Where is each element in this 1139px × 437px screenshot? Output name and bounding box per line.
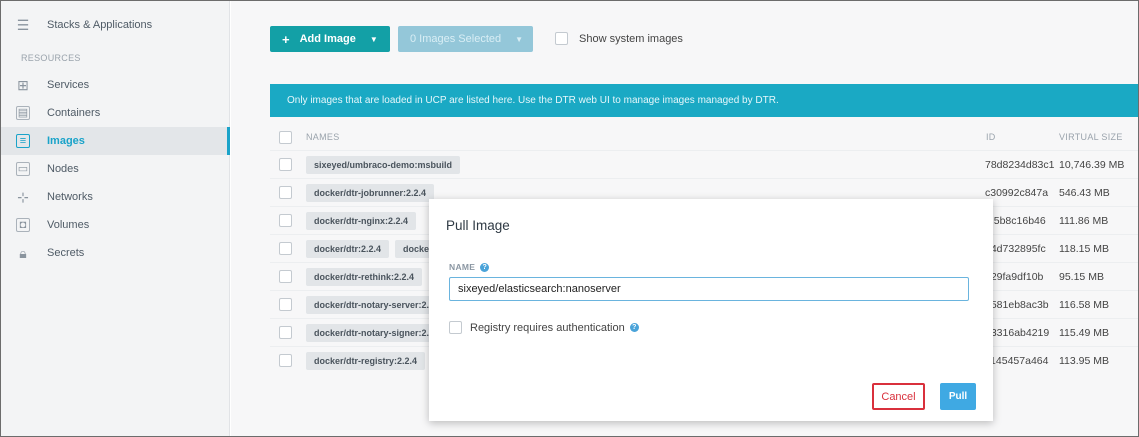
row-checkbox[interactable] <box>279 242 292 255</box>
chevron-down-icon: ▼ <box>369 34 378 44</box>
registry-auth-checkbox[interactable] <box>449 321 462 334</box>
row-checkbox[interactable] <box>279 298 292 311</box>
sidebar-item-volumes[interactable]: ◘ Volumes <box>1 211 230 239</box>
sidebar-item-networks[interactable]: ⊹ Networks <box>1 183 230 211</box>
cancel-button[interactable]: Cancel <box>872 383 925 410</box>
networks-icon: ⊹ <box>17 189 29 205</box>
dialog-title: Pull Image <box>446 218 510 233</box>
images-selected-label: 0 Images Selected <box>410 33 502 45</box>
image-id: c30992c847a <box>985 186 1049 199</box>
sidebar-item-label: Nodes <box>47 163 79 175</box>
sidebar: ☰ Stacks & Applications RESOURCES ⊞ Serv… <box>1 1 230 436</box>
image-size: 118.15 MB <box>1059 242 1110 255</box>
help-icon[interactable]: ? <box>480 262 490 272</box>
add-image-button[interactable]: + Add Image ▼ <box>270 26 390 52</box>
table-header: NAMES ID VIRTUAL SIZE <box>270 126 1138 148</box>
sidebar-item-label: Services <box>47 79 90 91</box>
sidebar-item-stacks[interactable]: ☰ Stacks & Applications <box>1 11 230 39</box>
sidebar-item-label: Secrets <box>47 247 85 259</box>
sidebar-item-label: Containers <box>47 107 101 119</box>
plus-icon: + <box>282 31 290 47</box>
column-header-size[interactable]: VIRTUAL SIZE <box>1059 132 1123 142</box>
sidebar-item-label: Images <box>47 135 85 147</box>
image-size: 546.43 MB <box>1059 186 1110 199</box>
image-name-tag[interactable]: docker/dtr:2.2.4 <box>306 239 390 258</box>
image-id: d581eb8ac3b <box>985 298 1049 311</box>
sidebar-item-containers[interactable]: ▤ Containers <box>1 99 230 127</box>
image-size: 116.58 MB <box>1059 298 1110 311</box>
image-id: 929fa9df10b <box>985 270 1044 283</box>
row-checkbox[interactable] <box>279 158 292 171</box>
services-icon: ⊞ <box>17 77 29 93</box>
lock-icon: 🔒︎ <box>19 245 27 261</box>
image-id: 1145457a464 <box>985 354 1049 367</box>
show-system-images-label: Show system images <box>579 32 683 45</box>
image-name-tag[interactable]: docker/dtr-registry:2.2.4 <box>306 351 426 370</box>
images-selected-button[interactable]: 0 Images Selected ▼ <box>398 26 533 52</box>
column-header-names[interactable]: NAMES <box>306 132 340 142</box>
registry-auth-toggle[interactable]: Registry requires authentication ? <box>449 321 639 334</box>
help-icon[interactable]: ? <box>629 323 639 332</box>
sidebar-item-label: Stacks & Applications <box>47 19 153 31</box>
image-name-tag[interactable]: docker/dtr-jobrunner:2.2.4 <box>306 183 435 202</box>
sidebar-item-services[interactable]: ⊞ Services <box>1 71 230 99</box>
image-name-tag[interactable]: docker/dtr-notary-server:2. <box>306 295 438 314</box>
show-system-images-toggle[interactable]: Show system images <box>555 32 683 45</box>
image-id: 78d8234d83c1 <box>985 158 1055 171</box>
sidebar-item-secrets[interactable]: 🔒︎ Secrets <box>1 239 230 267</box>
image-id: fd5b8c16b46 <box>985 214 1046 227</box>
image-id: 34d732895fc <box>985 242 1046 255</box>
sidebar-item-nodes[interactable]: ▭ Nodes <box>1 155 230 183</box>
select-all-checkbox[interactable] <box>279 130 292 144</box>
info-banner-text: Only images that are loaded in UCP are l… <box>287 95 779 106</box>
app-frame: ☰ Stacks & Applications RESOURCES ⊞ Serv… <box>0 0 1139 437</box>
image-name-tag[interactable]: sixeyed/umbraco-demo:msbuild <box>306 155 461 174</box>
image-size: 10,746.39 MB <box>1059 158 1125 171</box>
name-label-text: NAME <box>449 262 476 272</box>
image-size: 113.95 MB <box>1059 354 1110 367</box>
sidebar-item-images[interactable]: ≡ Images <box>1 127 230 155</box>
image-name-tag[interactable]: docker/dtr-rethink:2.2.4 <box>306 267 423 286</box>
table-row[interactable]: sixeyed/umbraco-demo:msbuild 78d8234d83c… <box>270 150 1138 178</box>
image-name-input[interactable] <box>449 277 969 301</box>
sidebar-section-label: RESOURCES <box>21 53 81 63</box>
sidebar-item-label: Volumes <box>47 219 90 231</box>
row-checkbox[interactable] <box>279 270 292 283</box>
name-field-label: NAME ? <box>449 262 490 272</box>
volumes-icon: ◘ <box>16 218 30 232</box>
registry-auth-label: Registry requires authentication <box>470 321 625 334</box>
row-checkbox[interactable] <box>279 214 292 227</box>
row-checkbox[interactable] <box>279 326 292 339</box>
pull-image-dialog: Pull Image NAME ? Registry requires auth… <box>429 199 993 421</box>
add-image-label: Add Image <box>299 33 356 45</box>
image-size: 95.15 MB <box>1059 270 1104 283</box>
row-checkbox[interactable] <box>279 186 292 199</box>
containers-icon: ▤ <box>16 106 30 120</box>
show-system-images-checkbox[interactable] <box>555 32 568 45</box>
info-banner: Only images that are loaded in UCP are l… <box>270 84 1138 117</box>
sidebar-item-label: Networks <box>47 191 93 203</box>
image-size: 111.86 MB <box>1059 214 1109 227</box>
image-id: 23316ab4219 <box>985 326 1050 339</box>
images-icon: ≡ <box>16 134 30 148</box>
image-size: 115.49 MB <box>1059 326 1110 339</box>
pull-button[interactable]: Pull <box>940 383 976 410</box>
stacks-icon: ☰ <box>16 17 30 33</box>
chevron-down-icon: ▼ <box>515 34 524 44</box>
column-header-id[interactable]: ID <box>986 132 996 142</box>
row-checkbox[interactable] <box>279 354 292 367</box>
nodes-icon: ▭ <box>16 162 30 176</box>
image-name-tag[interactable]: docker/dtr-nginx:2.2.4 <box>306 211 417 230</box>
image-name-tag[interactable]: docker/dtr-notary-signer:2. <box>306 323 438 342</box>
